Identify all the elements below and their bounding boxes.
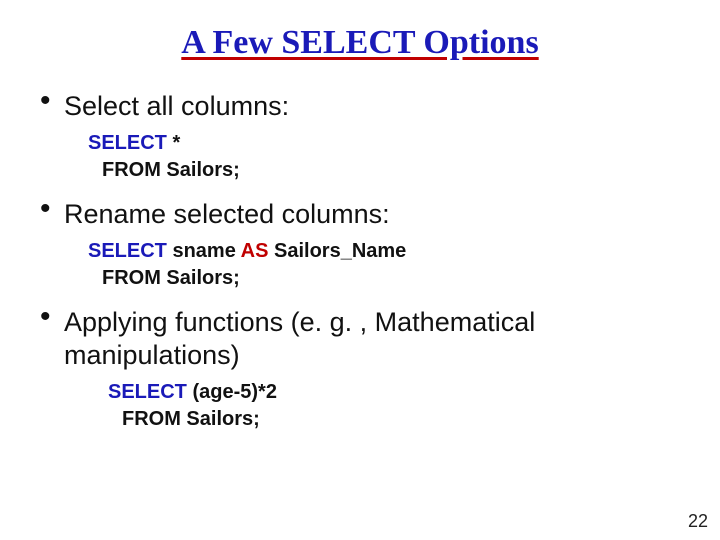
code-text: Sailors_Name — [268, 240, 406, 262]
bullet-text: Rename selected columns: — [64, 198, 690, 232]
slide: A Few SELECT Options Select all columns:… — [0, 0, 720, 433]
code-text: * — [167, 132, 180, 154]
keyword-select: SELECT — [88, 240, 167, 262]
bullet-list: Select all columns: SELECT * FROM Sailor… — [30, 90, 690, 433]
keyword-select: SELECT — [108, 381, 187, 403]
code-line: FROM Sailors; — [88, 265, 690, 292]
bullet-text: Applying functions (e. g. , Mathematical… — [64, 306, 690, 374]
page-number: 22 — [688, 511, 708, 532]
code-line: SELECT * — [88, 130, 690, 157]
code-line: SELECT sname AS Sailors_Name — [88, 238, 690, 265]
code-block: SELECT (age-5)*2 FROM Sailors; — [108, 379, 690, 433]
code-text: (age-5)*2 — [187, 381, 277, 403]
code-text: sname — [167, 240, 241, 262]
list-item: Rename selected columns: SELECT sname AS… — [36, 198, 690, 292]
code-line: FROM Sailors; — [88, 157, 690, 184]
bullet-text: Select all columns: — [64, 90, 690, 124]
keyword-select: SELECT — [88, 132, 167, 154]
list-item: Select all columns: SELECT * FROM Sailor… — [36, 90, 690, 184]
list-item: Applying functions (e. g. , Mathematical… — [36, 306, 690, 434]
code-line: SELECT (age-5)*2 — [108, 379, 690, 406]
keyword-as: AS — [241, 240, 269, 262]
code-block: SELECT * FROM Sailors; — [88, 130, 690, 184]
code-block: SELECT sname AS Sailors_Name FROM Sailor… — [88, 238, 690, 292]
code-line: FROM Sailors; — [108, 406, 690, 433]
slide-title: A Few SELECT Options — [30, 24, 690, 62]
